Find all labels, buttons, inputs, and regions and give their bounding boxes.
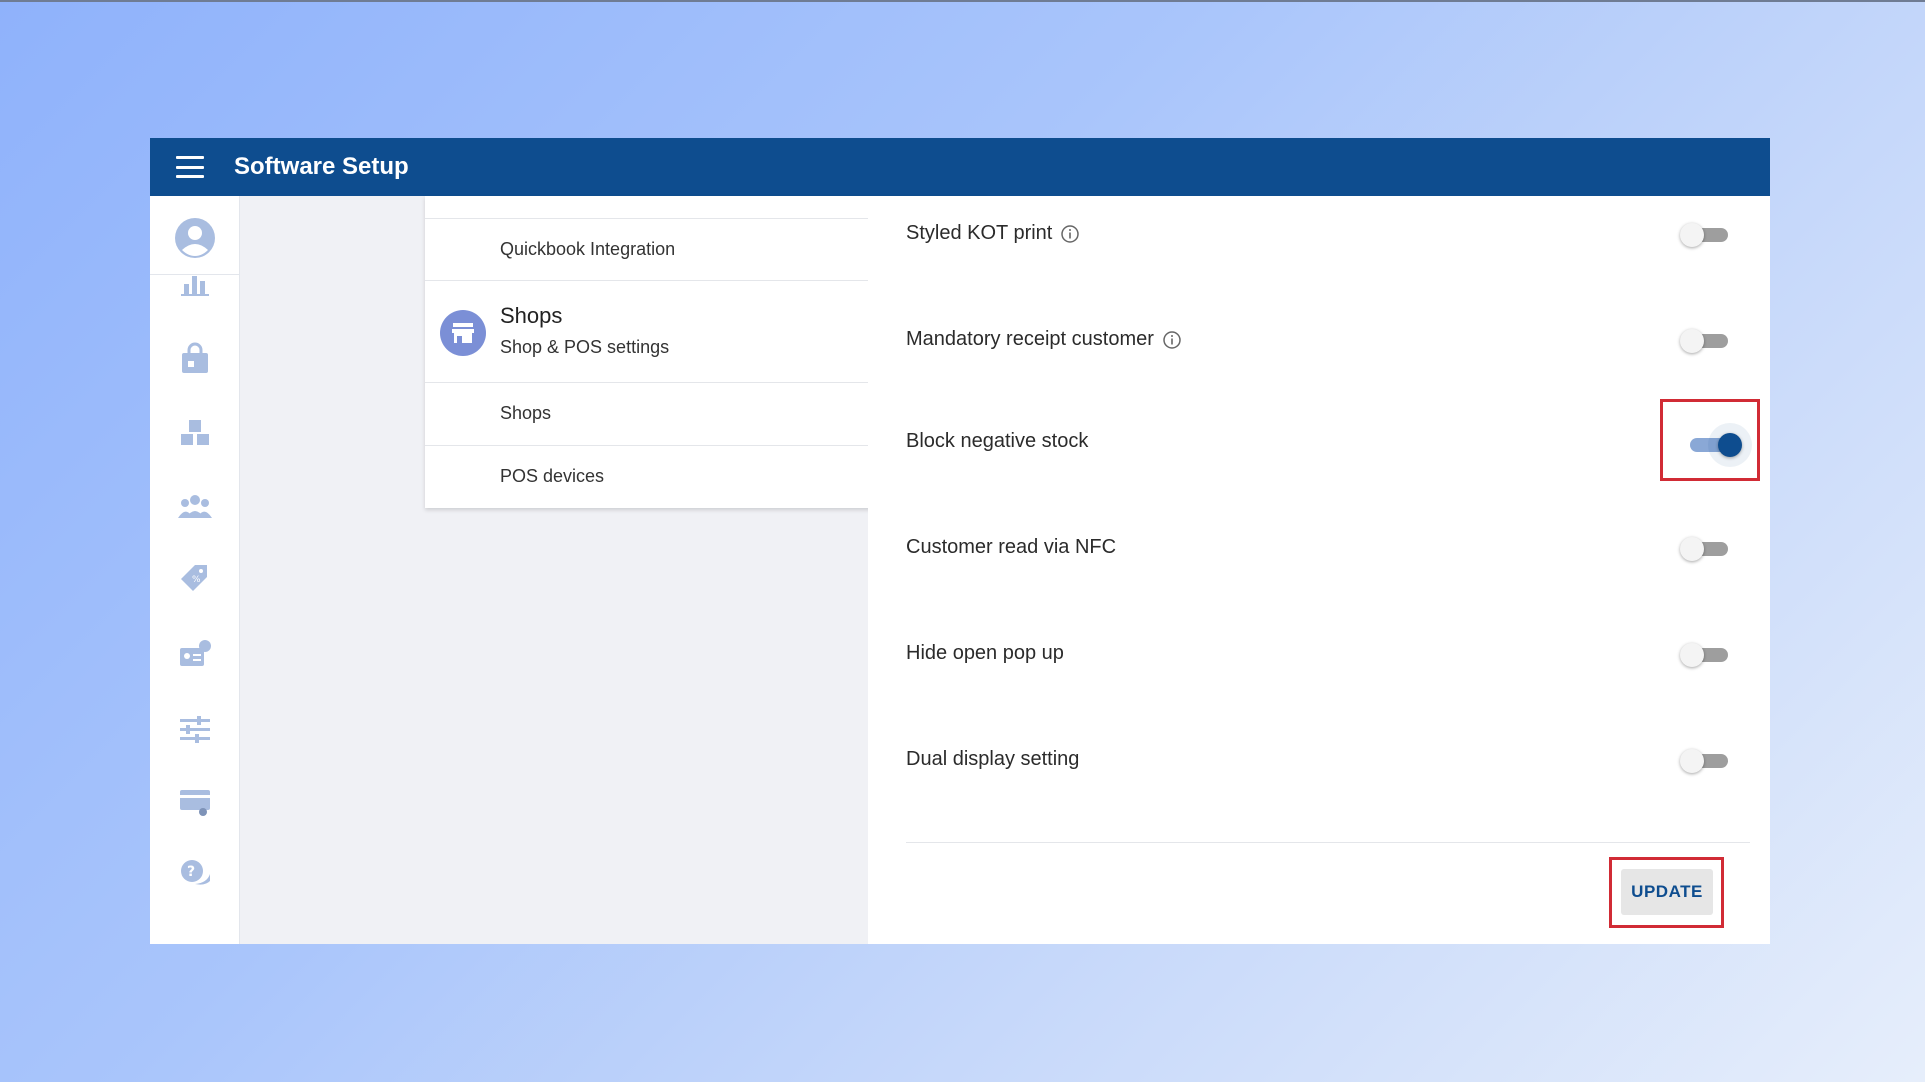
mandatory-receipt-toggle[interactable] xyxy=(1680,328,1730,354)
discount-tag-icon[interactable]: % xyxy=(177,561,213,597)
menu-item-label: Shops xyxy=(500,403,552,423)
settings-panel: Styled KOT print Mandatory receipt custo… xyxy=(868,196,1770,944)
user-avatar-icon[interactable] xyxy=(171,214,219,262)
menu-item-label: POS devices xyxy=(500,466,605,486)
customer-nfc-toggle[interactable] xyxy=(1680,536,1730,562)
dual-display-toggle[interactable] xyxy=(1680,748,1730,774)
help-chat-icon[interactable]: ? xyxy=(177,856,213,892)
setting-label: Block negative stock xyxy=(906,430,1089,452)
screen-top-border xyxy=(0,0,1925,2)
employee-badge-icon[interactable] xyxy=(177,636,213,672)
setting-row-block-negative-stock: Block negative stock xyxy=(906,418,1742,468)
menu-item-label: Quickbook Integration xyxy=(500,239,676,259)
hide-open-popup-toggle[interactable] xyxy=(1680,642,1730,668)
section-title: Shops xyxy=(500,303,563,328)
page-title: Software Setup xyxy=(234,153,409,180)
info-icon[interactable] xyxy=(1060,224,1080,244)
app-window: Software Setup % ? Quickbook Integration… xyxy=(150,138,1770,944)
svg-text:%: % xyxy=(192,575,201,585)
setting-label: Mandatory receipt customer xyxy=(906,328,1182,351)
setting-row-dual-display: Dual display setting xyxy=(906,736,1730,786)
info-icon[interactable] xyxy=(1162,330,1182,350)
shopping-bag-icon[interactable] xyxy=(177,341,213,377)
setting-label: Dual display setting xyxy=(906,748,1080,770)
sliders-settings-icon[interactable] xyxy=(177,711,213,747)
payment-card-icon[interactable] xyxy=(177,784,213,820)
toggle-highlight-box xyxy=(1660,399,1760,481)
section-subtitle: Shop & POS settings xyxy=(500,337,670,357)
setting-row-mandatory-receipt: Mandatory receipt customer xyxy=(906,316,1730,366)
customers-group-icon[interactable] xyxy=(177,488,213,524)
update-highlight-box xyxy=(1609,857,1724,928)
nav-rail: % ? xyxy=(150,196,240,944)
setting-label: Customer read via NFC xyxy=(906,536,1117,558)
svg-text:?: ? xyxy=(187,864,195,880)
menu-icon[interactable] xyxy=(176,156,204,178)
store-icon xyxy=(440,310,486,356)
setting-row-customer-nfc: Customer read via NFC xyxy=(906,524,1730,574)
settings-divider xyxy=(906,842,1750,843)
setting-row-styled-kot: Styled KOT print xyxy=(906,210,1730,260)
styled-kot-toggle[interactable] xyxy=(1680,222,1730,248)
setting-label: Styled KOT print xyxy=(906,222,1080,245)
bar-chart-icon[interactable] xyxy=(177,266,213,302)
app-bar: Software Setup xyxy=(150,138,1770,196)
setting-label: Hide open pop up xyxy=(906,642,1064,664)
inventory-boxes-icon[interactable] xyxy=(177,414,213,450)
setting-row-hide-open-popup: Hide open pop up xyxy=(906,630,1730,680)
